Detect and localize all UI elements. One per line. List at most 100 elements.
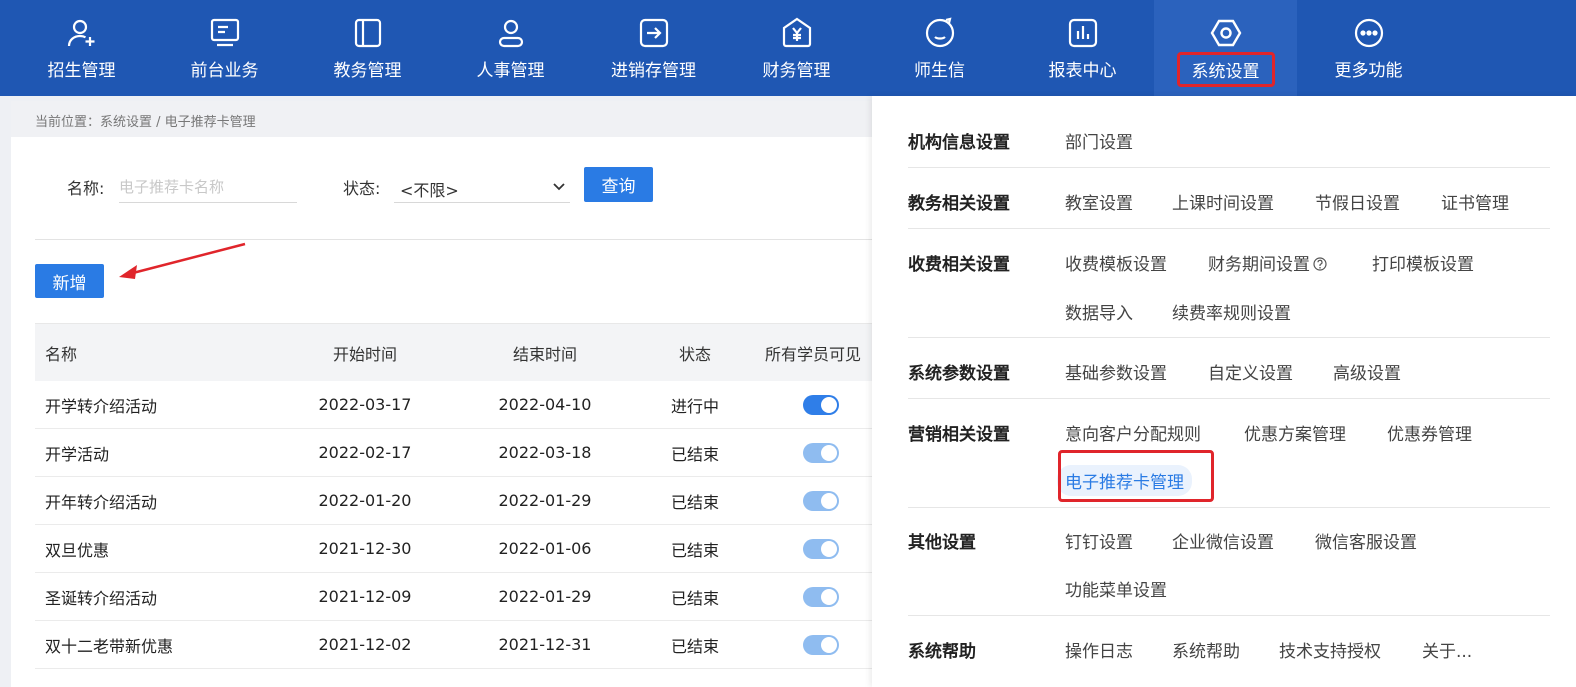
table-row[interactable]: 开年转介绍活动 2022-01-20 2022-01-29 已结束 [35, 477, 891, 525]
menu-item-renewal-rule[interactable]: 续费率规则设置 [1172, 299, 1291, 324]
query-button[interactable]: 查询 [584, 167, 653, 202]
status-select[interactable]: <不限> [394, 171, 570, 203]
table-row[interactable]: 圣诞转介绍活动 2021-12-09 2022-01-29 已结束 [35, 573, 891, 621]
section-title: 系统参数设置 [908, 364, 1010, 384]
hexagon-gear-icon [1209, 16, 1243, 50]
menu-item-dingtalk[interactable]: 钉钉设置 [1065, 528, 1133, 553]
cell-end: 2021-12-31 [498, 635, 592, 654]
menu-item-operation-log[interactable]: 操作日志 [1065, 637, 1133, 662]
recommend-card-table: 名称 开始时间 结束时间 状态 所有学员可见 开学转介绍活动 2022-03-1… [35, 323, 891, 669]
menu-item-wechat-service[interactable]: 微信客服设置 [1315, 528, 1417, 553]
menu-item-custom-settings[interactable]: 自定义设置 [1208, 359, 1293, 384]
cell-name: 圣诞转介绍活动 [45, 588, 158, 608]
menu-item-class-time[interactable]: 上课时间设置 [1172, 189, 1274, 214]
cell-name: 开学转介绍活动 [45, 396, 158, 416]
menu-item-advanced[interactable]: 高级设置 [1333, 359, 1401, 384]
header-end: 结束时间 [512, 344, 577, 364]
nav-item-system-settings[interactable]: 系统设置 [1154, 0, 1297, 96]
nav-label: 财务管理 [762, 61, 831, 81]
nav-label: 进销存管理 [611, 61, 696, 81]
nav-item-more[interactable]: 更多功能 [1297, 0, 1440, 96]
highlight-box [1058, 450, 1214, 502]
menu-item-wecom[interactable]: 企业微信设置 [1172, 528, 1274, 553]
menu-section-academic: 教务相关设置 教室设置 上课时间设置 节假日设置 证书管理 [908, 168, 1550, 229]
add-user-icon [65, 16, 99, 50]
menu-item-lead-assignment[interactable]: 意向客户分配规则 [1065, 420, 1201, 445]
menu-item-department[interactable]: 部门设置 [1065, 128, 1133, 153]
cell-start: 2021-12-02 [318, 635, 412, 654]
menu-item-coupon[interactable]: 优惠券管理 [1387, 420, 1472, 445]
menu-item-discount-plan[interactable]: 优惠方案管理 [1244, 420, 1346, 445]
menu-section-fees: 收费相关设置 收费模板设置 财务期间设置 打印模板设置 数据导入 续费率规则设置 [908, 229, 1550, 338]
section-title: 机构信息设置 [908, 133, 1010, 153]
nav-item-hr[interactable]: 人事管理 [439, 0, 582, 96]
bar-chart-icon [1066, 16, 1100, 50]
visible-toggle[interactable] [803, 586, 839, 607]
cell-end: 2022-03-18 [498, 443, 592, 462]
cell-name: 双十二老带新优惠 [45, 636, 174, 656]
book-icon [351, 16, 385, 50]
nav-item-academic[interactable]: 教务管理 [296, 0, 439, 96]
add-button[interactable]: 新增 [35, 264, 104, 298]
cell-end: 2022-01-29 [498, 587, 592, 606]
monitor-icon [208, 16, 242, 50]
visible-toggle[interactable] [803, 538, 839, 559]
menu-item-tech-support[interactable]: 技术支持授权 [1279, 637, 1381, 662]
menu-item-financial-period[interactable]: 财务期间设置 [1208, 250, 1327, 275]
menu-item-holiday[interactable]: 节假日设置 [1315, 189, 1400, 214]
menu-item-basic-params[interactable]: 基础参数设置 [1065, 359, 1167, 384]
menu-item-system-help[interactable]: 系统帮助 [1172, 637, 1240, 662]
cell-name: 开学活动 [45, 444, 110, 464]
cell-end: 2022-04-10 [498, 395, 592, 414]
nav-item-front-desk[interactable]: 前台业务 [153, 0, 296, 96]
section-title: 其他设置 [908, 533, 976, 553]
cell-name: 开年转介绍活动 [45, 492, 158, 512]
menu-item-function-menu[interactable]: 功能菜单设置 [1065, 576, 1167, 601]
table-row[interactable]: 双十二老带新优惠 2021-12-02 2021-12-31 已结束 [35, 621, 891, 669]
table-row[interactable]: 开学转介绍活动 2022-03-17 2022-04-10 进行中 [35, 381, 891, 429]
divider [35, 239, 891, 240]
section-title: 营销相关设置 [908, 425, 1010, 445]
question-icon [1313, 257, 1327, 271]
menu-section-org-info: 机构信息设置 部门设置 [908, 96, 1550, 168]
system-settings-menu: 机构信息设置 部门设置 教务相关设置 教室设置 上课时间设置 节假日设置 证书管… [872, 96, 1576, 687]
visible-toggle[interactable] [803, 634, 839, 655]
menu-item-print-template[interactable]: 打印模板设置 [1372, 250, 1474, 275]
menu-section-help: 系统帮助 操作日志 系统帮助 技术支持授权 关于... [908, 616, 1550, 687]
table-row[interactable]: 双旦优惠 2021-12-30 2022-01-06 已结束 [35, 525, 891, 573]
menu-section-other: 其他设置 钉钉设置 企业微信设置 微信客服设置 功能菜单设置 [908, 508, 1550, 616]
nav-item-messages[interactable]: 师生信 [868, 0, 1011, 96]
cell-name: 双旦优惠 [45, 540, 110, 560]
status-select-value: <不限> [400, 181, 459, 200]
cell-end: 2022-01-29 [498, 491, 592, 510]
person-icon [494, 16, 528, 50]
nav-label: 人事管理 [476, 61, 545, 81]
menu-item-certificate[interactable]: 证书管理 [1441, 189, 1509, 214]
nav-item-inventory[interactable]: 进销存管理 [582, 0, 725, 96]
cell-status: 已结束 [670, 540, 719, 560]
visible-toggle[interactable] [803, 490, 839, 511]
cell-status: 已结束 [670, 636, 719, 656]
cell-start: 2021-12-30 [318, 539, 412, 558]
nav-label: 教务管理 [333, 61, 402, 81]
section-title: 收费相关设置 [908, 255, 1010, 275]
main-panel: 当前位置：系统设置 / 电子推荐卡管理 名称: 状态: <不限> 查询 新增 名… [11, 101, 891, 687]
nav-item-admissions[interactable]: 招生管理 [10, 0, 153, 96]
menu-item-about[interactable]: 关于... [1422, 637, 1472, 662]
name-input[interactable] [119, 171, 297, 203]
menu-item-classroom[interactable]: 教室设置 [1065, 189, 1133, 214]
nav-label: 前台业务 [190, 61, 259, 81]
nav-item-finance[interactable]: 财务管理 [725, 0, 868, 96]
menu-section-marketing: 营销相关设置 意向客户分配规则 优惠方案管理 优惠券管理 电子推荐卡管理 [908, 399, 1550, 508]
visible-toggle[interactable] [803, 442, 839, 463]
table-row[interactable]: 开学活动 2022-02-17 2022-03-18 已结束 [35, 429, 891, 477]
yen-house-icon [780, 16, 814, 50]
header-visible: 所有学员可见 [765, 344, 862, 364]
menu-item-data-import[interactable]: 数据导入 [1065, 299, 1133, 324]
breadcrumb: 当前位置：系统设置 / 电子推荐卡管理 [11, 101, 891, 137]
nav-label: 招生管理 [47, 61, 116, 81]
cell-start: 2022-02-17 [318, 443, 412, 462]
visible-toggle[interactable] [803, 394, 839, 415]
menu-item-fee-template[interactable]: 收费模板设置 [1065, 250, 1167, 275]
nav-item-reports[interactable]: 报表中心 [1011, 0, 1154, 96]
